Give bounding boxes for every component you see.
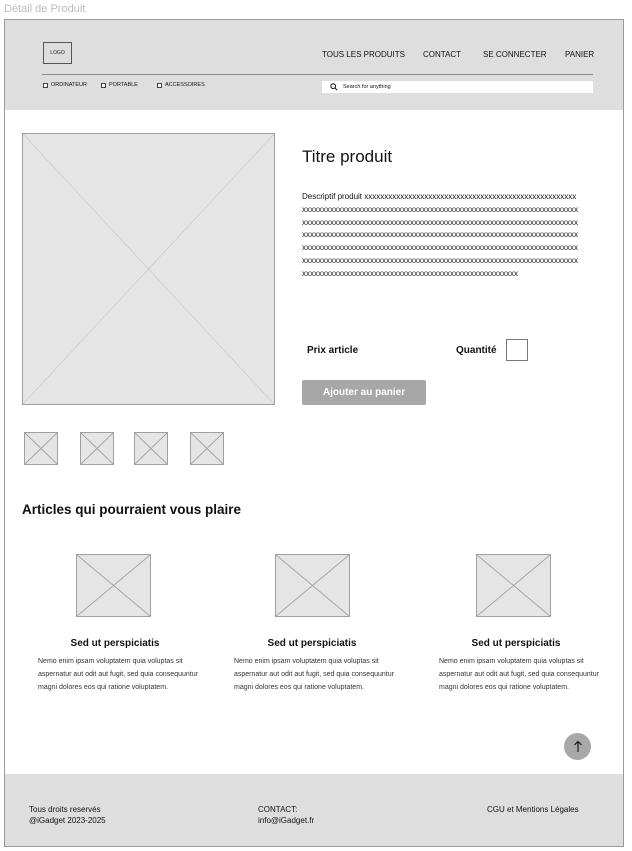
- footer-contact-label: CONTACT:: [258, 805, 298, 814]
- product-description: Descriptif produit xxxxxxxxxxxxxxxxxxxxx…: [302, 192, 578, 278]
- nav-cart[interactable]: PANIER: [565, 50, 594, 59]
- page-frame: LOGO TOUS LES PRODUITS CONTACT SE CONNEC…: [4, 19, 624, 847]
- footer-rights: Tous droits reservés @iGadget 2023-2025: [29, 804, 106, 826]
- footer-contact-email[interactable]: info@iGadget.fr: [258, 815, 314, 826]
- category-ordinateur[interactable]: ORDINATEUR: [43, 82, 87, 88]
- footer-rights-line: Tous droits reservés: [29, 805, 101, 814]
- checkbox[interactable]: [43, 82, 48, 88]
- nav-all-products[interactable]: TOUS LES PRODUITS: [322, 50, 405, 59]
- product-title: Titre produit: [302, 147, 393, 166]
- checkbox[interactable]: [157, 82, 162, 88]
- header-divider: [42, 74, 593, 75]
- search-input[interactable]: Search for anything: [322, 81, 593, 93]
- logo[interactable]: LOGO: [43, 42, 72, 64]
- category-label: PORTABLE: [109, 82, 138, 88]
- category-portable[interactable]: PORTABLE: [101, 82, 138, 88]
- quantity-input[interactable]: [506, 339, 528, 361]
- site-footer: Tous droits reservés @iGadget 2023-2025 …: [5, 774, 623, 846]
- product-thumbnail[interactable]: [134, 432, 168, 465]
- related-item-title[interactable]: Sed ut perspiciatis: [30, 638, 200, 649]
- related-item-image[interactable]: [76, 554, 151, 617]
- related-item-image[interactable]: [476, 554, 551, 617]
- back-to-top-button[interactable]: [564, 733, 591, 760]
- category-label: ACCESSOIRES: [165, 82, 205, 88]
- footer-legal-link[interactable]: CGU et Mentions Légales: [487, 804, 579, 815]
- product-thumbnail[interactable]: [80, 432, 114, 465]
- page-label: Détail de Produit: [4, 3, 86, 15]
- product-thumbnail[interactable]: [190, 432, 224, 465]
- related-item-image[interactable]: [275, 554, 350, 617]
- related-item-text: Nemo enim ipsam voluptatem quia voluptas…: [439, 658, 599, 691]
- category-label: ORDINATEUR: [51, 82, 87, 88]
- footer-contact: CONTACT: info@iGadget.fr: [258, 804, 314, 826]
- search-placeholder: Search for anything: [343, 84, 391, 90]
- quantity-label: Quantité: [456, 345, 497, 356]
- arrow-up-icon: [573, 740, 582, 752]
- add-to-cart-button[interactable]: Ajouter au panier: [302, 380, 426, 405]
- category-accessoires[interactable]: ACCESSOIRES: [157, 82, 205, 88]
- related-item-title[interactable]: Sed ut perspiciatis: [227, 638, 397, 649]
- checkbox[interactable]: [101, 82, 106, 88]
- related-item-text: Nemo enim ipsam voluptatem quia voluptas…: [234, 658, 394, 691]
- product-main-image: [22, 133, 275, 405]
- related-item-text: Nemo enim ipsam voluptatem quia voluptas…: [38, 658, 198, 691]
- footer-rights-line: @iGadget 2023-2025: [29, 816, 106, 825]
- related-heading: Articles qui pourraient vous plaire: [22, 502, 242, 517]
- search-icon: [330, 83, 338, 91]
- nav-contact[interactable]: CONTACT: [423, 50, 461, 59]
- product-thumbnail[interactable]: [24, 432, 58, 465]
- nav-login[interactable]: SE CONNECTER: [483, 50, 547, 59]
- product-price: Prix article: [307, 345, 359, 356]
- related-item-title[interactable]: Sed ut perspiciatis: [431, 638, 601, 649]
- site-header: LOGO TOUS LES PRODUITS CONTACT SE CONNEC…: [5, 20, 623, 110]
